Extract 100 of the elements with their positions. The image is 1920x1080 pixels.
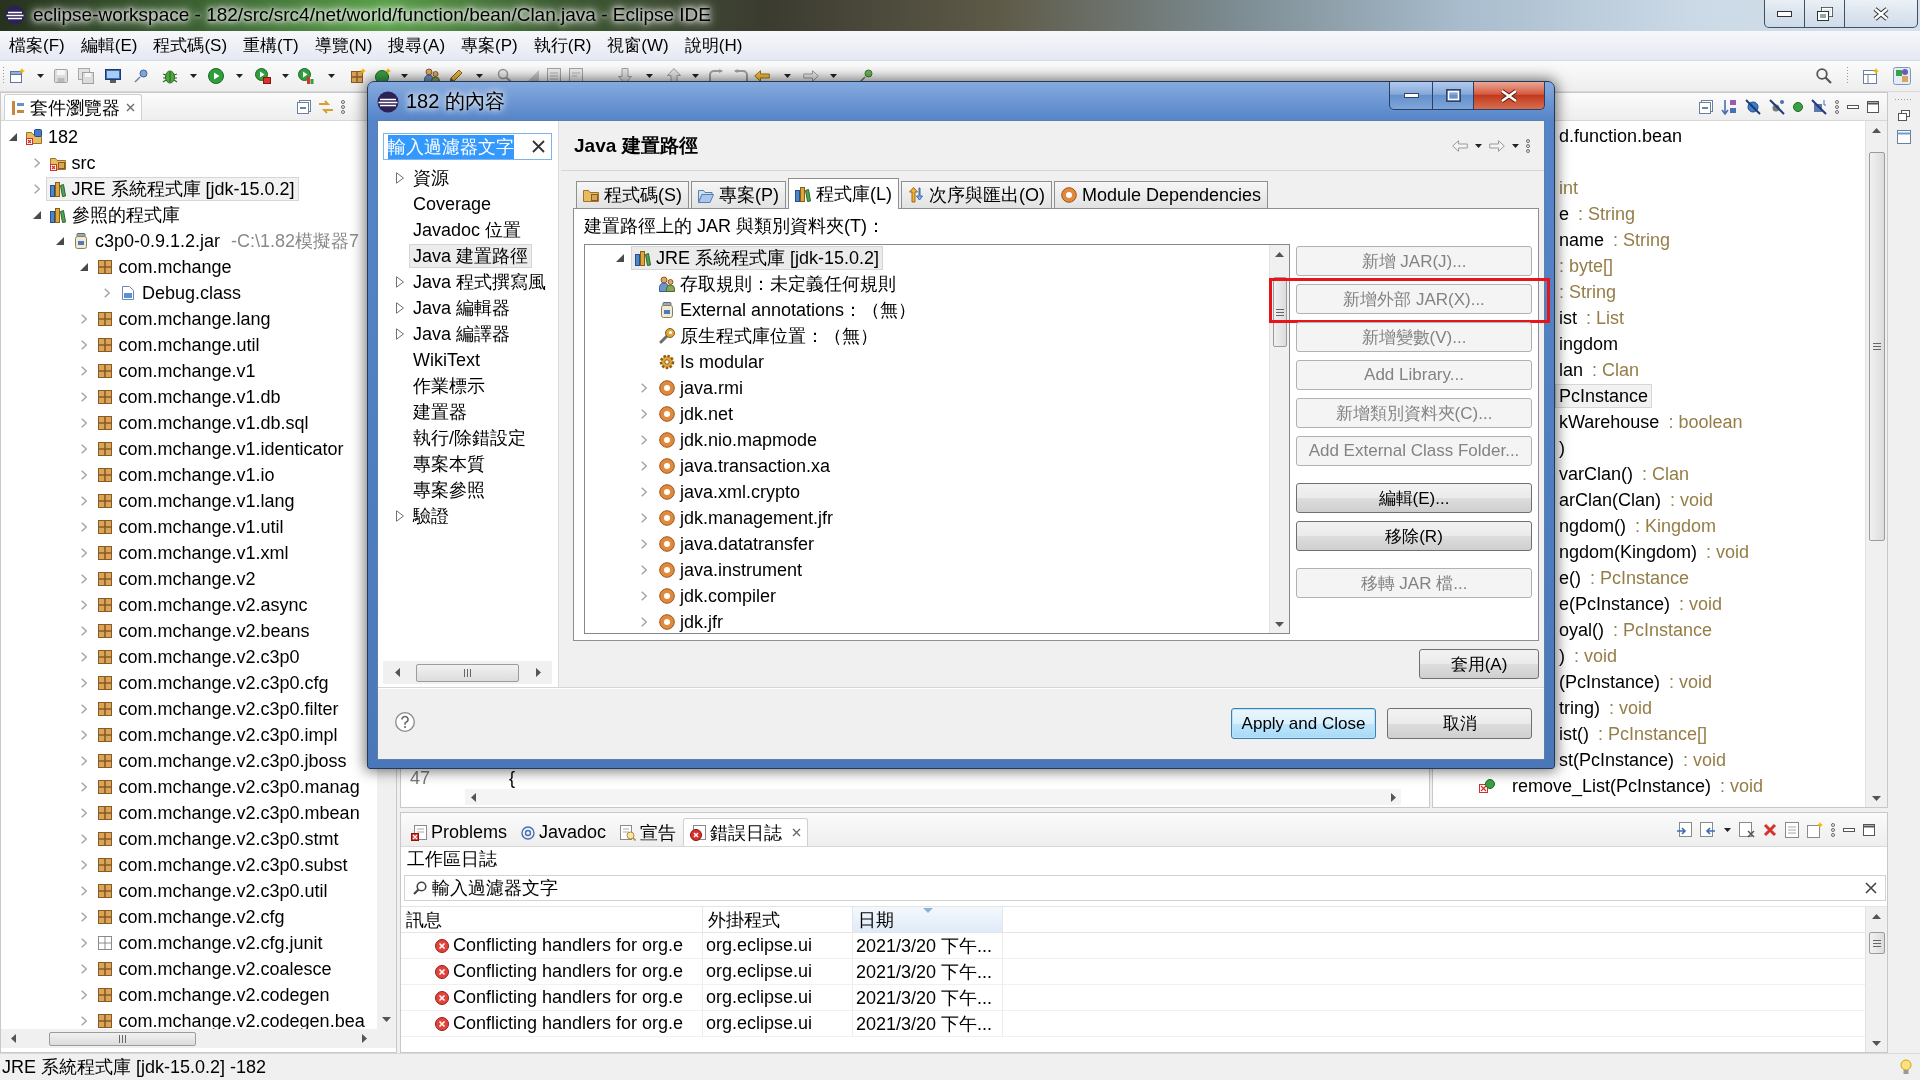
expanded-arrow-icon[interactable] [56, 237, 64, 245]
tree-item[interactable]: com.mchange.v2.cfg.junit [92, 931, 327, 955]
dropdown-arrow-icon[interactable] [1724, 827, 1731, 832]
outline-item[interactable]: st(PcInstance) : void [1555, 748, 1731, 772]
crossed-dot-icon[interactable] [1769, 98, 1785, 115]
tree-item[interactable]: com.mchange.v1.db [92, 385, 285, 409]
collapsed-arrow-icon[interactable] [396, 172, 404, 184]
menu-item[interactable]: 檔案(F) [1, 31, 73, 60]
export-icon[interactable] [1676, 821, 1692, 838]
tree-item[interactable]: java.transaction.xa [655, 454, 835, 478]
tree-item[interactable]: com.mchange.v2.c3p0.stmt [92, 827, 343, 851]
tree-item[interactable]: c3p0-0.9.1.2.jar -C:\1.82模擬器7 [69, 229, 364, 253]
action-button[interactable]: 移除(R) [1296, 521, 1532, 551]
tree-item[interactable]: com.mchange.v1.xml [92, 541, 293, 565]
outline-item[interactable]: lan : Clan [1555, 358, 1644, 382]
new-file-icon[interactable] [9, 68, 25, 84]
maximize-icon[interactable] [1863, 823, 1875, 836]
tree-item[interactable]: com.mchange.v1.io [92, 463, 279, 487]
vertical-scrollbar[interactable] [1865, 907, 1887, 1052]
scroll-thumb[interactable] [1272, 277, 1287, 347]
outline-item[interactable]: ist : List [1555, 306, 1628, 330]
tab[interactable]: 專案(P) [691, 181, 786, 208]
scroll-thumb[interactable] [1868, 152, 1885, 541]
expanded-arrow-icon[interactable] [32, 211, 41, 219]
tab[interactable]: 程式庫(L) [788, 178, 899, 209]
outline-item[interactable]: ingdom [1555, 332, 1623, 356]
tree-item[interactable]: com.mchange.v2.c3p0.mbean [92, 801, 364, 825]
outline-item[interactable]: kWarehouse : boolean [1555, 410, 1747, 434]
tree-item[interactable]: com.mchange.v2.beans [92, 619, 314, 643]
horizontal-scrollbar[interactable] [1, 1029, 396, 1048]
dropdown-arrow-icon[interactable] [189, 74, 197, 78]
tree-item[interactable]: src [45, 151, 100, 175]
clear-icon[interactable] [532, 140, 545, 153]
scroll-up-arrow-icon[interactable] [1872, 913, 1881, 919]
tree-item[interactable]: com.mchange.v1.db.sql [92, 411, 313, 435]
minimize-button[interactable] [1764, 0, 1805, 28]
restore-icon[interactable] [1898, 110, 1910, 121]
close-icon[interactable] [126, 103, 135, 112]
collapsed-arrow-icon[interactable] [396, 302, 404, 314]
view-icon[interactable] [1897, 130, 1911, 144]
minimize-icon[interactable] [1847, 104, 1859, 109]
minimize-button[interactable] [1389, 82, 1433, 110]
close-button[interactable] [1474, 82, 1545, 110]
curved-arrow-icon[interactable] [708, 69, 724, 83]
outline-item[interactable]: : String [1555, 280, 1621, 304]
outline-item[interactable]: ngdom(Kingdom) : void [1555, 540, 1754, 564]
tree-item[interactable]: com.mchange.v2.c3p0.util [92, 879, 332, 903]
dialog-button[interactable]: 取消 [1387, 708, 1532, 739]
restore-button[interactable] [1805, 0, 1845, 28]
clear-icon[interactable] [1739, 821, 1755, 838]
lens-icon[interactable] [497, 68, 513, 84]
tree-item[interactable]: com.mchange.v2.c3p0.subst [92, 853, 352, 877]
tree-item[interactable]: java.instrument [655, 558, 807, 582]
close-button[interactable] [1845, 0, 1918, 28]
tree-item[interactable]: com.mchange.v2.c3p0.jboss [92, 749, 351, 773]
scroll-left-arrow-icon[interactable] [394, 668, 400, 677]
tree-item[interactable]: com.mchange [92, 255, 236, 279]
tree-item[interactable]: com.mchange.v2.c3p0.cfg [92, 671, 333, 695]
tree-item[interactable]: java.rmi [655, 376, 747, 400]
dropdown-arrow-icon[interactable] [645, 74, 653, 78]
run-icon[interactable] [208, 68, 224, 84]
scroll-right-arrow-icon[interactable] [361, 1034, 367, 1043]
menu-item[interactable]: 程式碼(S) [145, 31, 236, 60]
outline-item[interactable]: PcInstance [1555, 384, 1653, 408]
more-icon[interactable] [1526, 138, 1530, 153]
outline-item[interactable]: e(PcInstance) : void [1555, 592, 1727, 616]
tree-item[interactable]: com.mchange.v2.c3p0.manag [92, 775, 364, 799]
clear-icon[interactable] [1865, 882, 1877, 894]
outline-item[interactable]: ) : void [1555, 644, 1622, 668]
collapsed-arrow-icon[interactable] [396, 276, 404, 288]
curved-arrow-icon[interactable] [733, 69, 749, 83]
dropdown-arrow-icon[interactable] [475, 74, 483, 78]
category-item[interactable]: Java 程式撰寫風 [409, 270, 551, 294]
tree-item[interactable]: com.mchange.v2.async [92, 593, 312, 617]
tree-item[interactable]: 182 [22, 125, 83, 149]
tree-item[interactable]: com.mchange.v2.c3p0.impl [92, 723, 342, 747]
scroll-right-arrow-icon[interactable] [535, 668, 541, 677]
category-item[interactable]: WikiText [409, 348, 484, 372]
tree-item[interactable]: com.mchange.v1.lang [92, 489, 299, 513]
outline-item[interactable]: e() : PcInstance [1555, 566, 1694, 590]
tree-item[interactable]: com.mchange.v2.c3p0.filter [92, 697, 343, 721]
forward-arrow-icon[interactable] [803, 70, 819, 82]
menu-item[interactable]: 搜尋(A) [380, 31, 454, 60]
pin-icon[interactable] [134, 69, 148, 83]
filter-field[interactable]: 輸入過濾器文字 [404, 875, 1886, 901]
tree-item[interactable]: com.mchange.util [92, 333, 264, 357]
perspective-icon[interactable] [1893, 67, 1911, 85]
menu-item[interactable]: 重構(T) [235, 31, 307, 60]
tree-item[interactable]: 存取規則：未定義任何規則 [655, 272, 900, 296]
category-item[interactable]: Javadoc 位置 [409, 218, 526, 242]
collapsed-arrow-icon[interactable] [396, 510, 404, 522]
maximize-icon[interactable] [1867, 100, 1879, 113]
scroll-thumb[interactable] [1868, 932, 1885, 954]
menu-item[interactable]: 編輯(E) [72, 31, 146, 60]
outline-item[interactable]: e : String [1555, 202, 1640, 226]
maximize-button[interactable] [1433, 82, 1474, 110]
help-icon[interactable] [395, 712, 415, 732]
tree-item[interactable]: java.datatransfer [655, 532, 819, 556]
tree-item[interactable]: jdk.net [655, 402, 738, 426]
dialog-button[interactable]: Apply and Close [1231, 708, 1376, 739]
